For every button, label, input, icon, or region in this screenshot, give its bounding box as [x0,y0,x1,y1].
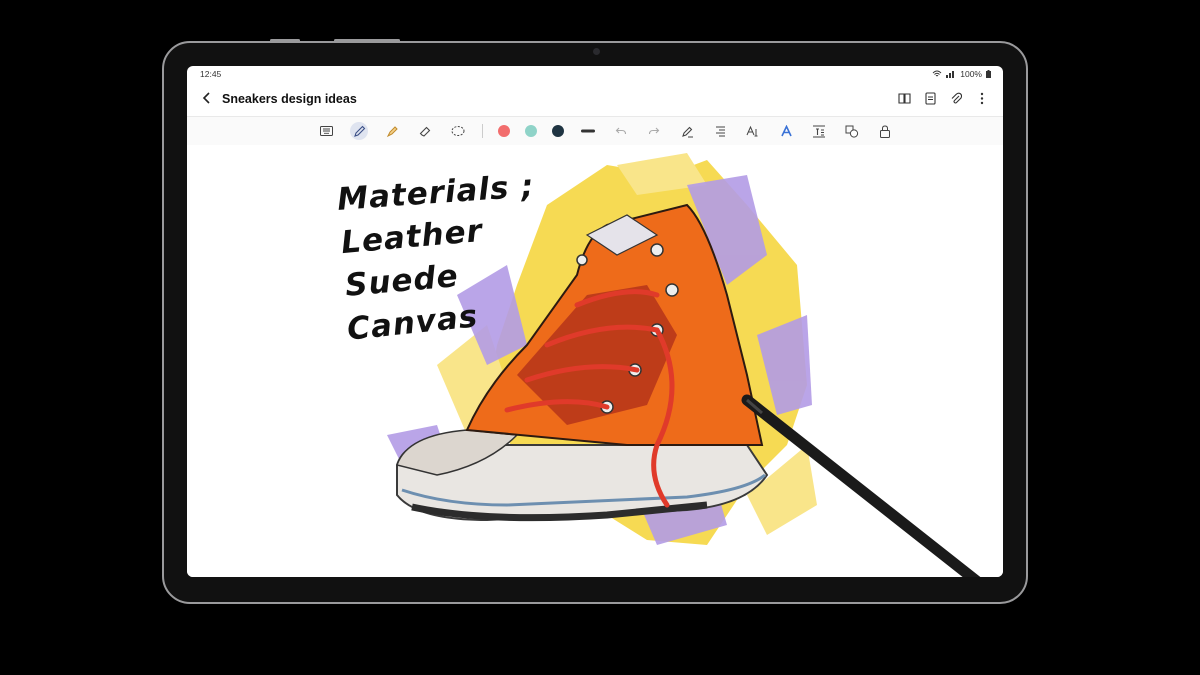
highlighter-icon[interactable] [383,122,401,140]
wifi-icon [932,70,942,77]
volume-button [270,39,300,42]
lasso-icon[interactable] [449,122,467,140]
attach-icon[interactable] [947,89,965,107]
battery-text: 100% [960,69,982,79]
battery-icon [986,70,991,78]
status-bar: 12:45 100% [187,66,1003,82]
color-swatch-navy[interactable] [552,125,564,137]
page-icon[interactable] [921,89,939,107]
color-swatch-mint[interactable] [525,125,537,137]
keyboard-icon[interactable] [317,122,335,140]
app-bar: Sneakers design ideas [187,84,1003,114]
status-time: 12:45 [200,69,222,79]
stroke-width-icon[interactable] [579,122,597,140]
pen-toolbar [187,116,1003,146]
text-convert-icon[interactable] [711,122,729,140]
lock-icon[interactable] [876,122,894,140]
undo-icon[interactable] [612,122,630,140]
signal-icon [946,71,955,78]
pen-settings-icon[interactable] [678,122,696,140]
text-style-icon[interactable] [744,122,762,140]
redo-icon[interactable] [645,122,663,140]
screen: 12:45 100% Sneakers design ideas Materia… [187,66,1003,577]
pen-icon[interactable] [350,122,368,140]
shapes-icon[interactable] [843,122,861,140]
back-icon[interactable] [199,90,215,106]
book-view-icon[interactable] [895,89,913,107]
text-box-icon[interactable] [810,122,828,140]
sneaker-illustration [387,153,981,577]
color-swatch-red[interactable] [498,125,510,137]
toolbar-divider [482,124,483,138]
power-button [334,39,400,42]
camera [593,48,600,55]
eraser-icon[interactable] [416,122,434,140]
note-title[interactable]: Sneakers design ideas [222,92,357,106]
drawing-canvas[interactable]: Materials ; Leather Suede Canvas [187,145,1003,577]
handwriting-icon[interactable] [777,122,795,140]
more-icon[interactable] [973,89,991,107]
